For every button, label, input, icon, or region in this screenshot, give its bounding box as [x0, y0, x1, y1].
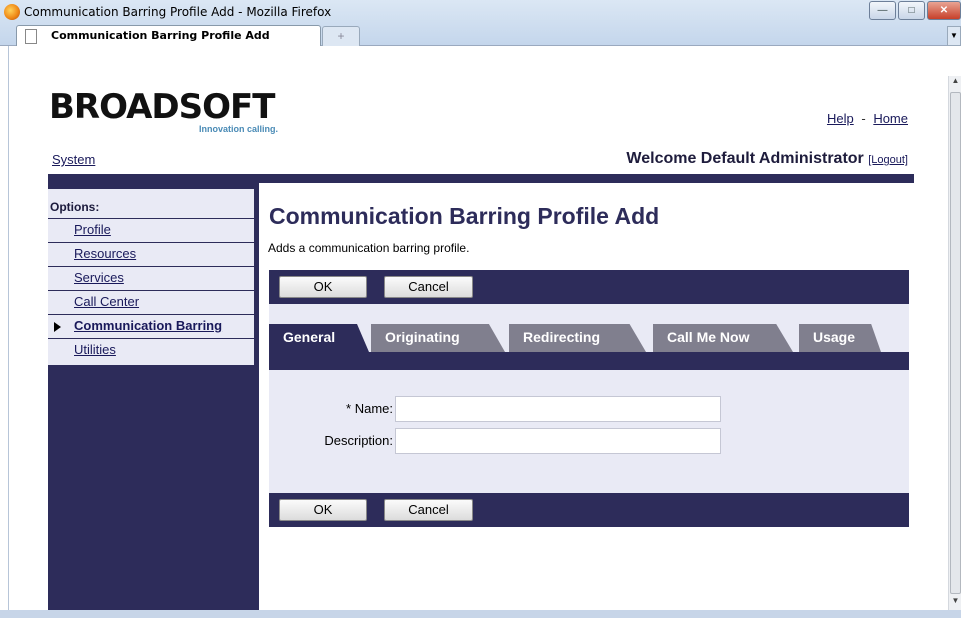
maximize-button[interactable]: □ — [898, 1, 925, 20]
top-button-bar: OK Cancel — [269, 270, 909, 304]
window-title: Communication Barring Profile Add - Mozi… — [24, 5, 332, 19]
options-title: Options: — [48, 189, 254, 219]
page-content: BROADSOFT Innovation calling. Help - Hom… — [9, 46, 948, 610]
cancel-button-bottom[interactable]: Cancel — [384, 499, 473, 521]
scroll-down-icon[interactable]: ▼ — [949, 596, 961, 610]
close-button[interactable]: ✕ — [927, 1, 961, 20]
page-title: Communication Barring Profile Add — [269, 203, 660, 229]
name-row: * Name: — [269, 396, 909, 422]
name-field[interactable] — [395, 396, 721, 422]
current-item-arrow-icon — [54, 322, 61, 332]
system-link[interactable]: System — [52, 152, 95, 167]
scroll-up-icon[interactable]: ▲ — [949, 76, 961, 90]
ok-button-bottom[interactable]: OK — [279, 499, 367, 521]
main-panel: Communication Barring Profile Add Adds a… — [259, 183, 914, 610]
tab-call-me-now[interactable]: Call Me Now — [653, 324, 793, 352]
options-panel: Options: Profile Resources Services Call… — [48, 189, 254, 365]
browser-tab[interactable]: Communication Barring Profile Add — [16, 25, 321, 47]
firefox-icon — [4, 4, 20, 20]
cancel-button-top[interactable]: Cancel — [384, 276, 473, 298]
new-tab-button[interactable]: + — [322, 26, 360, 46]
ok-button-top[interactable]: OK — [279, 276, 367, 298]
welcome-text: Welcome Default Administrator — [626, 150, 864, 167]
logout-link[interactable]: [Logout] — [868, 154, 908, 166]
sidebar-item-communication-barring[interactable]: Communication Barring — [48, 315, 254, 339]
tab-bar: General Originating Redirecting Call Me … — [269, 324, 909, 352]
tab-underline — [269, 352, 909, 370]
description-label: Description: — [324, 433, 393, 448]
page-description: Adds a communication barring profile. — [268, 241, 470, 255]
tab-general[interactable]: General — [269, 324, 369, 352]
tab-redirecting[interactable]: Redirecting — [509, 324, 646, 352]
welcome-message: Welcome Default Administrator [Logout] — [626, 150, 908, 168]
sidebar-item-resources[interactable]: Resources — [48, 243, 254, 267]
name-label: * Name: — [346, 401, 393, 416]
header-divider — [48, 174, 914, 183]
sidebar: Options: Profile Resources Services Call… — [48, 183, 259, 610]
tab-panel: General Originating Redirecting Call Me … — [269, 304, 909, 493]
browser-tab-label: Communication Barring Profile Add — [51, 29, 270, 42]
sidebar-item-services[interactable]: Services — [48, 267, 254, 291]
window-titlebar: Communication Barring Profile Add - Mozi… — [0, 0, 961, 47]
top-links: Help - Home — [827, 111, 908, 126]
link-separator: - — [861, 111, 866, 126]
home-link[interactable]: Home — [873, 111, 908, 126]
description-row: Description: — [269, 428, 909, 454]
vertical-scrollbar[interactable]: ▲ ▼ — [948, 76, 961, 610]
bottom-button-bar: OK Cancel — [269, 493, 909, 527]
tab-originating[interactable]: Originating — [371, 324, 505, 352]
sidebar-item-utilities[interactable]: Utilities — [48, 339, 254, 363]
broadsoft-logo[interactable]: BROADSOFT Innovation calling. — [49, 88, 278, 134]
description-field[interactable] — [395, 428, 721, 454]
page-icon — [25, 29, 37, 44]
scrollbar-thumb[interactable] — [950, 92, 961, 594]
help-link[interactable]: Help — [827, 111, 854, 126]
sidebar-item-call-center[interactable]: Call Center — [48, 291, 254, 315]
minimize-button[interactable]: — — [869, 1, 896, 20]
tab-usage[interactable]: Usage — [799, 324, 881, 352]
tab-list-icon[interactable]: ▼ — [947, 26, 961, 46]
window-bottom-edge — [0, 610, 961, 618]
sidebar-item-profile[interactable]: Profile — [48, 219, 254, 243]
